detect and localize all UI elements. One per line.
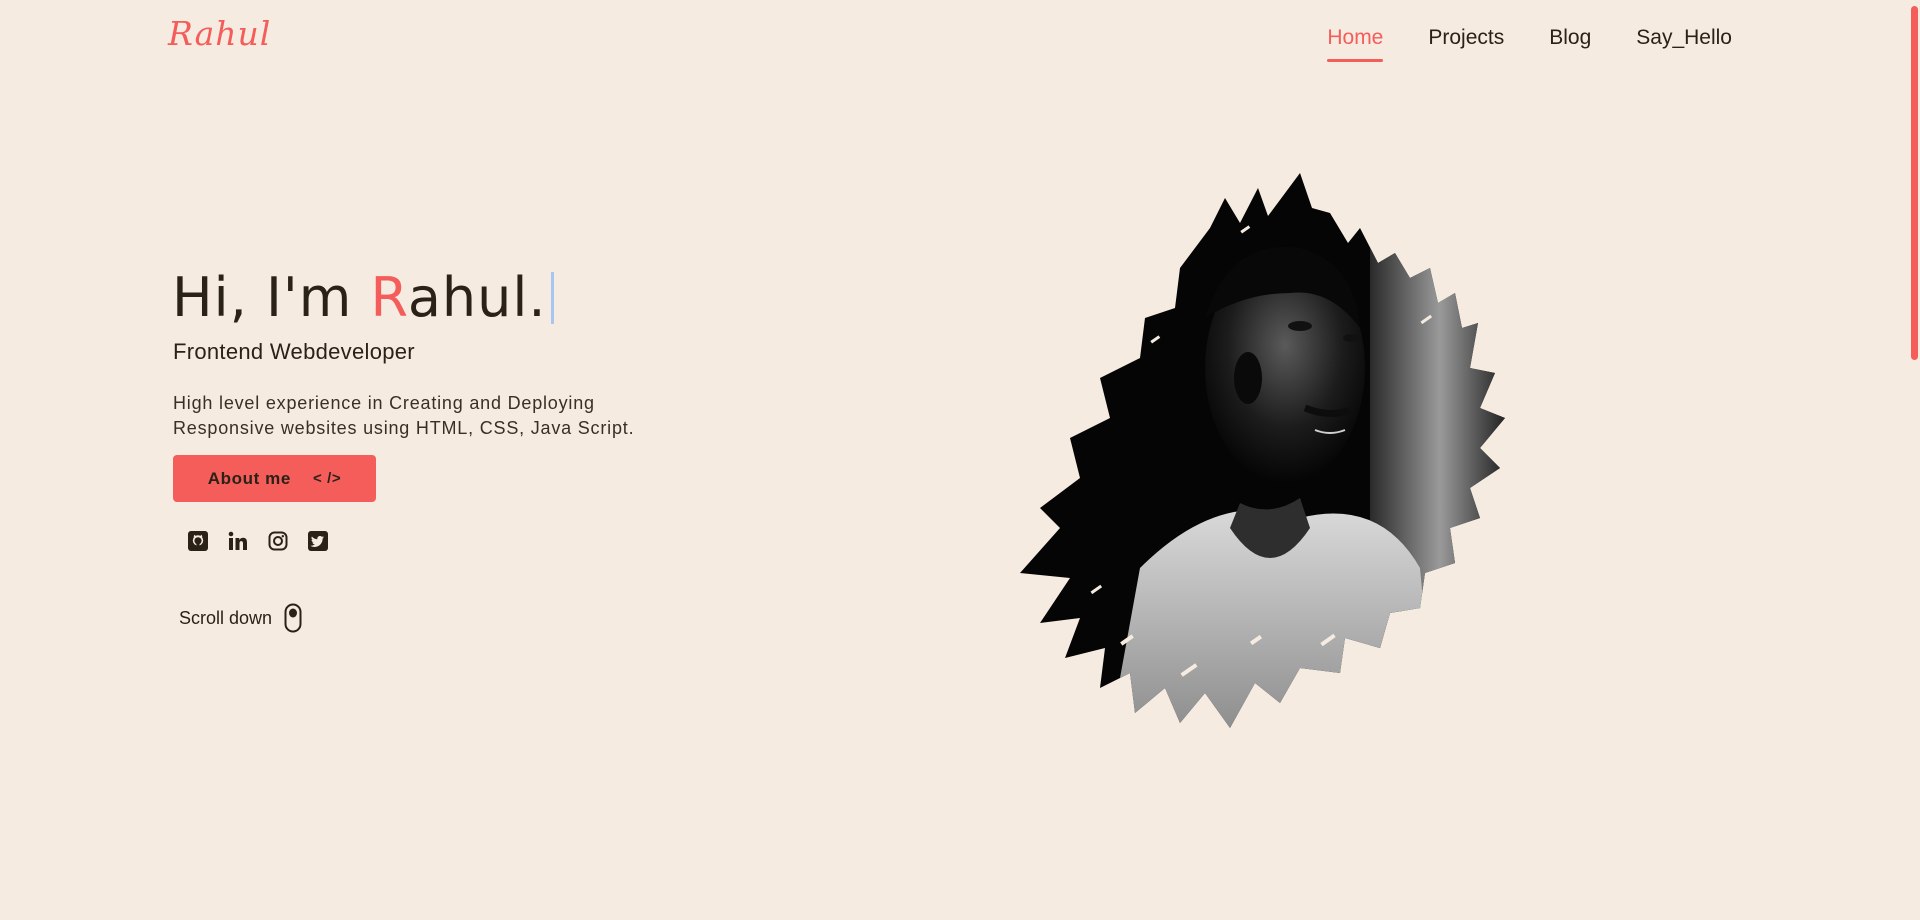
about-me-label: About me — [207, 468, 291, 488]
github-icon[interactable] — [187, 530, 209, 552]
hero-subtitle: Frontend Webdeveloper — [173, 339, 415, 364]
about-me-button[interactable]: About me < /> — [173, 455, 376, 502]
nav-projects[interactable]: Projects — [1428, 26, 1504, 58]
page: Rahul Home Projects Blog Say_Hello Hi, I… — [0, 0, 1920, 920]
linkedin-icon[interactable] — [227, 530, 249, 552]
typing-caret — [550, 272, 554, 324]
profile-photo — [1020, 173, 1505, 728]
code-icon: < /> — [312, 470, 342, 487]
nav-blog[interactable]: Blog — [1549, 26, 1591, 58]
main-nav: Home Projects Blog Say_Hello — [1327, 26, 1732, 62]
social-links — [187, 530, 329, 552]
scroll-down-label: Scroll down — [179, 607, 273, 628]
name-rest: ahul. — [407, 266, 547, 329]
nav-home[interactable]: Home — [1327, 26, 1384, 62]
hero-title: Hi, I'm Rahul. — [172, 266, 554, 329]
page-scrollbar[interactable] — [1906, 0, 1920, 920]
nav-say-hello[interactable]: Say_Hello — [1636, 26, 1732, 58]
scroll-down[interactable]: Scroll down — [179, 603, 302, 633]
logo[interactable]: Rahul — [168, 14, 271, 53]
greeting-prefix: Hi, I'm — [172, 266, 371, 329]
twitter-icon[interactable] — [307, 530, 329, 552]
mouse-icon — [284, 603, 302, 633]
name-initial: R — [370, 266, 408, 329]
description-line-2: Responsive websites using HTML, CSS, Jav… — [173, 418, 635, 438]
instagram-icon[interactable] — [267, 530, 289, 552]
scrollbar-thumb[interactable] — [1911, 6, 1918, 360]
description-line-1: High level experience in Creating and De… — [173, 393, 595, 413]
hero-description: High level experience in Creating and De… — [173, 391, 634, 441]
